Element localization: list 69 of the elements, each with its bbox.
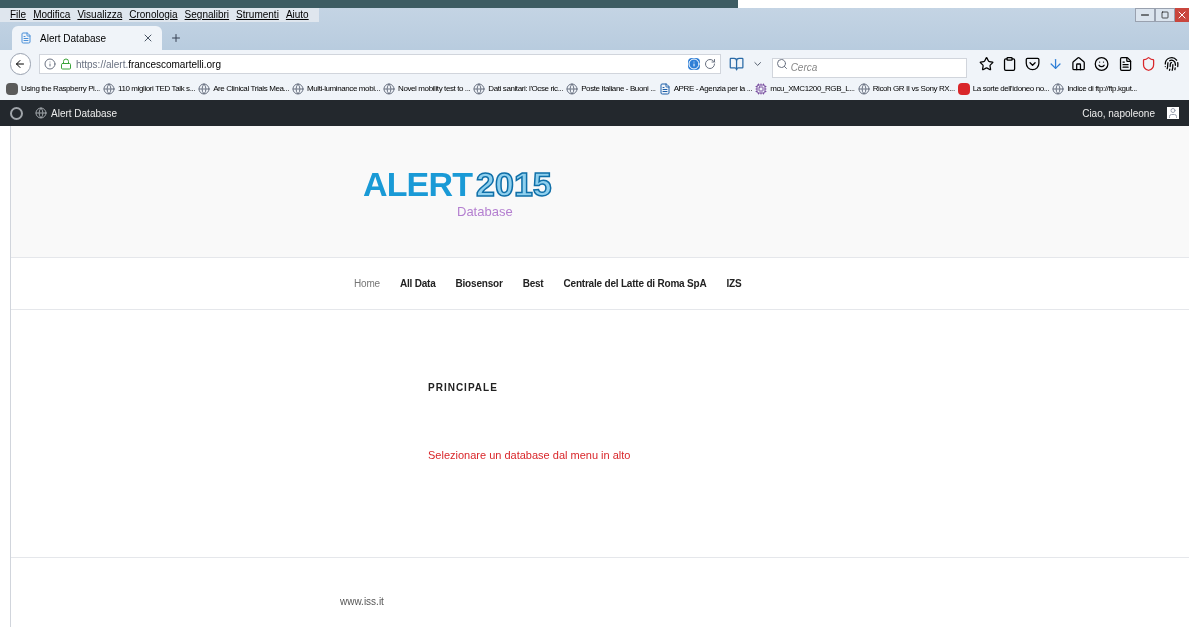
book-icon[interactable]: [729, 56, 745, 72]
dashboard-icon: [35, 107, 47, 119]
menu-item[interactable]: Visualizza: [77, 10, 123, 20]
globe-icon: [473, 83, 486, 95]
greeting-link[interactable]: Ciao, napoleone: [1082, 105, 1155, 121]
bookmark-item[interactable]: Novel mobility test to ...: [383, 83, 471, 95]
bookmark-item[interactable]: Are Clinical Trials Mea...: [198, 83, 289, 95]
page-heading: PRINCIPALE: [428, 381, 499, 395]
nav-link[interactable]: IZS: [726, 276, 742, 291]
smiley-icon[interactable]: [1094, 56, 1110, 72]
lock-icon: [59, 58, 72, 70]
shield-icon[interactable]: [1140, 56, 1156, 72]
menu-item[interactable]: Strumenti: [236, 10, 279, 20]
app-icon: [6, 83, 18, 95]
page-icon: [20, 32, 32, 44]
chip-icon: [755, 83, 768, 95]
close-button[interactable]: [1175, 8, 1189, 22]
back-arrow-icon: [14, 58, 27, 70]
minimize-button[interactable]: [1135, 8, 1155, 22]
bookmark-item[interactable]: La sorte dell'idoneo no...: [957, 83, 1050, 95]
menu-item[interactable]: File: [10, 10, 27, 20]
reload-icon[interactable]: [704, 58, 717, 70]
back-button[interactable]: [10, 53, 31, 75]
address-field[interactable]: https://alert.francescomartelli.org: [38, 54, 722, 74]
menu-item[interactable]: Cronologia: [129, 10, 178, 20]
search-field[interactable]: Cerca: [771, 57, 967, 78]
bookmark-item[interactable]: APRE - Agenzia per la ...: [658, 83, 753, 95]
document-icon: [658, 83, 671, 95]
bookmark-item[interactable]: Ricoh GR II vs Sony RX...: [857, 83, 955, 95]
search-icon: [775, 58, 788, 70]
home-icon[interactable]: [1071, 56, 1087, 72]
footer-link[interactable]: www.iss.it: [340, 596, 384, 607]
browser-tab[interactable]: Alert Database: [12, 26, 162, 50]
bookmark-item[interactable]: Poste Italiane - Buoni ...: [566, 83, 656, 95]
nav-link[interactable]: Centrale del Latte di Roma SpA: [563, 276, 707, 291]
menu-item[interactable]: Segnalibri: [184, 10, 230, 20]
bookmark-item[interactable]: mcu_XMC1200_RGB_L...: [755, 83, 855, 95]
maximize-icon: [1161, 11, 1169, 19]
bookmark-item[interactable]: 110 migliori TED Talk s...: [102, 83, 196, 95]
avatar-icon: [1167, 107, 1179, 119]
bookmark-item[interactable]: Using the Raspberry Pi...: [6, 83, 100, 95]
globe-icon: [292, 83, 304, 95]
bookmark-star-icon[interactable]: [978, 56, 994, 72]
document-icon[interactable]: [1117, 56, 1133, 72]
info-icon[interactable]: [43, 58, 56, 70]
menu-item[interactable]: Aiuto: [285, 10, 309, 20]
nav-link[interactable]: Home: [354, 276, 380, 291]
globe-icon: [198, 83, 211, 95]
reader-icon[interactable]: [688, 58, 701, 70]
fingerprint-icon[interactable]: [1163, 56, 1179, 72]
globe-icon: [102, 83, 115, 95]
close-tab-icon[interactable]: [142, 32, 154, 44]
bookmark-item[interactable]: Indice di ftp://ftp.kgut...: [1052, 83, 1137, 95]
close-icon: [1176, 9, 1188, 21]
message-text: Selezionare un database dal menu in alto: [428, 448, 632, 463]
site-name-link[interactable]: Alert Database: [51, 105, 118, 121]
bookmark-item[interactable]: Dati sanitari: l'Ocse ric...: [473, 83, 564, 95]
nav-link[interactable]: Best: [522, 276, 544, 291]
globe-icon: [383, 83, 396, 95]
globe-icon: [857, 83, 870, 95]
nav-link[interactable]: All Data: [399, 276, 436, 291]
nav-link[interactable]: Biosensor: [455, 276, 503, 291]
globe-icon: [1052, 83, 1065, 95]
bookmark-item[interactable]: Multi-luminance mobi...: [292, 83, 381, 95]
pocket-icon[interactable]: [1024, 56, 1041, 72]
menu-item[interactable]: Modifica: [33, 10, 71, 20]
clipboard-icon[interactable]: [1001, 56, 1017, 72]
new-tab-icon[interactable]: [170, 32, 182, 44]
globe-icon: [566, 83, 579, 95]
